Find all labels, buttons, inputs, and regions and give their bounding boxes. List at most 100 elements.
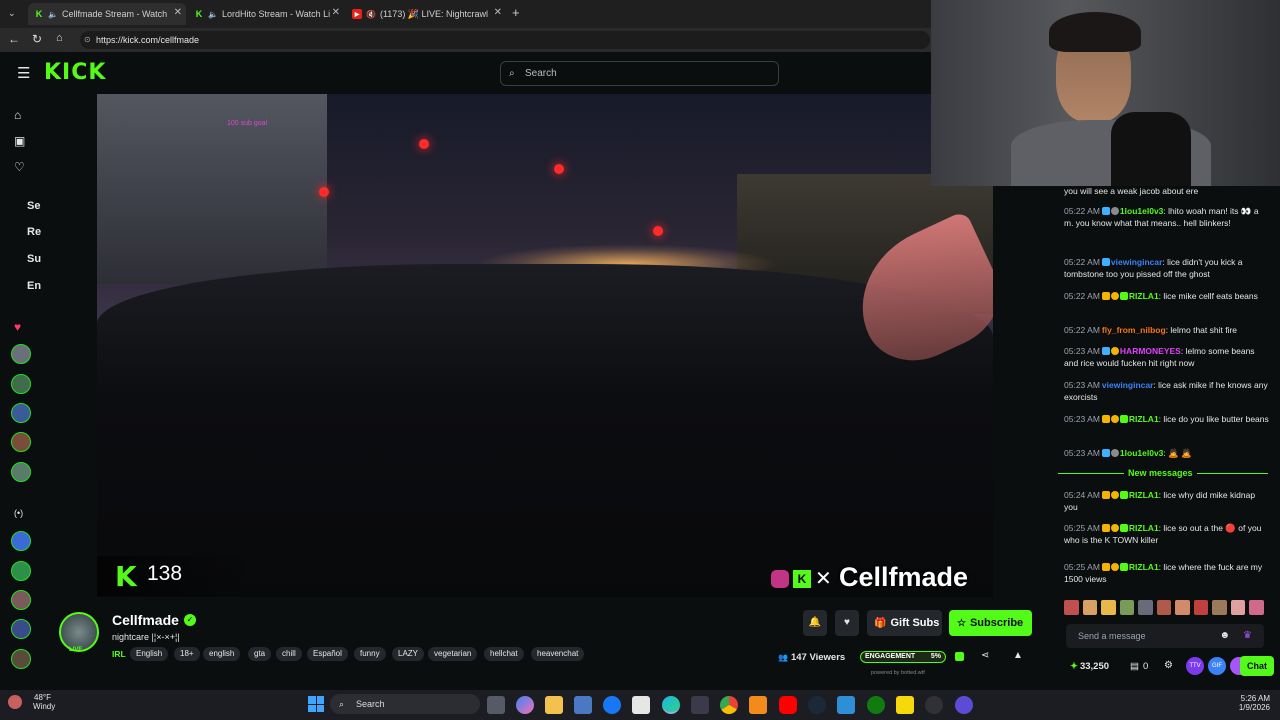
home-icon[interactable]: ⌂ <box>56 32 63 44</box>
amazon-icon[interactable] <box>632 696 650 714</box>
obs-icon[interactable] <box>925 696 943 714</box>
chrome-icon[interactable] <box>720 696 738 714</box>
home-icon[interactable]: ⌂ <box>14 108 21 122</box>
channel-points[interactable]: ✦ 33,250 <box>1070 661 1109 672</box>
new-tab-icon[interactable]: + <box>512 5 520 20</box>
tag[interactable]: chill <box>276 647 302 661</box>
streamer-name[interactable]: Cellfmade <box>112 612 179 628</box>
weather-widget[interactable]: 48°F Windy <box>8 693 55 711</box>
steam-icon[interactable] <box>808 696 826 714</box>
followed-channel-avatar[interactable] <box>11 374 31 394</box>
notification-bell-button[interactable]: 🔔 <box>803 610 827 636</box>
sidebar-item-3[interactable]: Su <box>27 253 41 265</box>
recommended-channel-avatar[interactable] <box>11 531 31 551</box>
tag[interactable]: LAZY <box>392 647 425 661</box>
edge-icon[interactable] <box>662 696 680 714</box>
tag[interactable]: english <box>203 647 241 661</box>
gift-subs-button[interactable]: 🎁 Gift Subs <box>867 610 942 636</box>
tag[interactable]: 18+ <box>174 647 200 661</box>
emote-icon[interactable] <box>1064 600 1079 615</box>
emote-icon[interactable] <box>1212 600 1227 615</box>
emote-icon[interactable] <box>1119 600 1135 615</box>
emote-icon[interactable] <box>1138 600 1153 615</box>
back-icon[interactable]: ← <box>8 32 20 46</box>
recommended-channel-avatar[interactable] <box>11 561 31 581</box>
emote-icon[interactable] <box>1101 600 1116 615</box>
store-icon[interactable] <box>574 696 592 714</box>
chat-send-button[interactable]: Chat <box>1240 656 1274 676</box>
extension-icon[interactable]: TTV <box>1186 657 1204 675</box>
following-heart-icon[interactable]: ♡ <box>14 160 25 174</box>
url-field[interactable]: ⊙ https://kick.com/cellfmade <box>80 31 930 49</box>
sidebar-item-4[interactable]: En <box>27 280 41 292</box>
tag[interactable]: gta <box>248 647 272 661</box>
mod-badge-icon <box>1110 449 1119 457</box>
followed-channel-avatar[interactable] <box>11 344 31 364</box>
new-messages-label[interactable]: New messages <box>1124 468 1197 478</box>
recommended-channel-avatar[interactable] <box>11 590 31 610</box>
treasure-counter[interactable]: ▤ 0 <box>1130 661 1148 672</box>
site-info-icon[interactable]: ⊙ <box>84 31 91 49</box>
streamer-avatar[interactable] <box>59 612 99 652</box>
close-tab-icon[interactable]: ✕ <box>494 7 502 18</box>
clip-icon[interactable] <box>955 652 964 661</box>
tag[interactable]: vegetarian <box>428 647 478 661</box>
emote-icon[interactable] <box>1175 600 1190 615</box>
tag[interactable]: heavenchat <box>531 647 585 661</box>
emote-icon[interactable] <box>1193 600 1209 615</box>
emote-icon[interactable] <box>1156 600 1172 615</box>
close-tab-icon[interactable]: ✕ <box>332 7 340 18</box>
notes-icon[interactable] <box>896 696 914 714</box>
chat-input-placeholder: Send a message <box>1078 631 1146 641</box>
followed-channel-avatar[interactable] <box>11 462 31 482</box>
tag[interactable]: Español <box>307 647 348 661</box>
copilot-icon[interactable] <box>516 696 534 714</box>
chat-input[interactable]: Send a message ☻ ♛ <box>1066 624 1264 648</box>
emote-bar[interactable] <box>1064 600 1265 616</box>
tag[interactable]: funny <box>354 647 386 661</box>
tab-list-chevron-icon[interactable]: ⌄ <box>8 8 16 19</box>
emote-icon[interactable] <box>1082 600 1098 615</box>
browse-icon[interactable]: ▣ <box>14 134 25 148</box>
tab-youtube[interactable]: ▶ 🔇 (1173) 🎉 LIVE: Nightcrawl | L ✕ <box>346 3 506 25</box>
tab-lordhito[interactable]: K 🔈 LordHito Stream - Watch Live ✕ <box>188 3 344 25</box>
followed-channel-avatar[interactable] <box>11 403 31 423</box>
app-icon[interactable] <box>837 696 855 714</box>
share-icon[interactable]: ⋖ <box>981 650 989 661</box>
calculator-icon[interactable] <box>691 696 709 714</box>
extension-icon[interactable]: GIF <box>1208 657 1226 675</box>
tag[interactable]: hellchat <box>484 647 524 661</box>
kick-emote-icon[interactable]: ♛ <box>1243 624 1252 648</box>
kick-logo[interactable]: KICK <box>44 60 106 85</box>
search-input[interactable]: ⌕ Search <box>500 61 779 86</box>
recommended-channel-avatar[interactable] <box>11 619 31 639</box>
clock[interactable]: 5:26 AM 1/9/2026 <box>1226 694 1270 712</box>
followed-channel-avatar[interactable] <box>11 432 31 452</box>
tab-cellfmade[interactable]: K 🔈 Cellfmade Stream - Watch Live ✕ <box>28 3 186 25</box>
sidebar-item-2[interactable]: Re <box>27 226 41 238</box>
category-link[interactable]: IRL <box>112 649 126 659</box>
tag[interactable]: English <box>130 647 169 661</box>
file-explorer-icon[interactable] <box>545 696 563 714</box>
youtube-icon[interactable] <box>779 696 797 714</box>
chat-settings-icon[interactable]: ⚙ <box>1164 660 1173 671</box>
windows-start-icon[interactable] <box>308 696 324 712</box>
emote-icon[interactable] <box>1230 600 1246 615</box>
emoji-icon[interactable]: ☻ <box>1219 624 1230 648</box>
hamburger-menu-icon[interactable]: ☰ <box>17 64 30 82</box>
sidebar-item-1[interactable]: Se <box>27 200 40 212</box>
taskbar-search[interactable]: ⌕ Search <box>330 694 480 714</box>
follow-heart-button[interactable]: ♥ <box>835 610 859 636</box>
task-view-icon[interactable] <box>487 696 505 714</box>
video-player[interactable]: 100 sub goal K 138 K ✕ Cellfmade <box>97 94 993 597</box>
emote-icon[interactable] <box>1249 600 1265 615</box>
subscribe-button[interactable]: ☆ Subscribe <box>949 610 1032 636</box>
xbox-icon[interactable] <box>867 696 885 714</box>
recommended-channel-avatar[interactable] <box>11 649 31 669</box>
close-tab-icon[interactable]: ✕ <box>174 7 182 18</box>
reload-icon[interactable]: ↻ <box>32 32 42 46</box>
app-icon[interactable] <box>955 696 973 714</box>
report-icon[interactable]: ▲ <box>1013 650 1023 661</box>
facebook-icon[interactable] <box>603 696 621 714</box>
vlc-icon[interactable] <box>749 696 767 714</box>
